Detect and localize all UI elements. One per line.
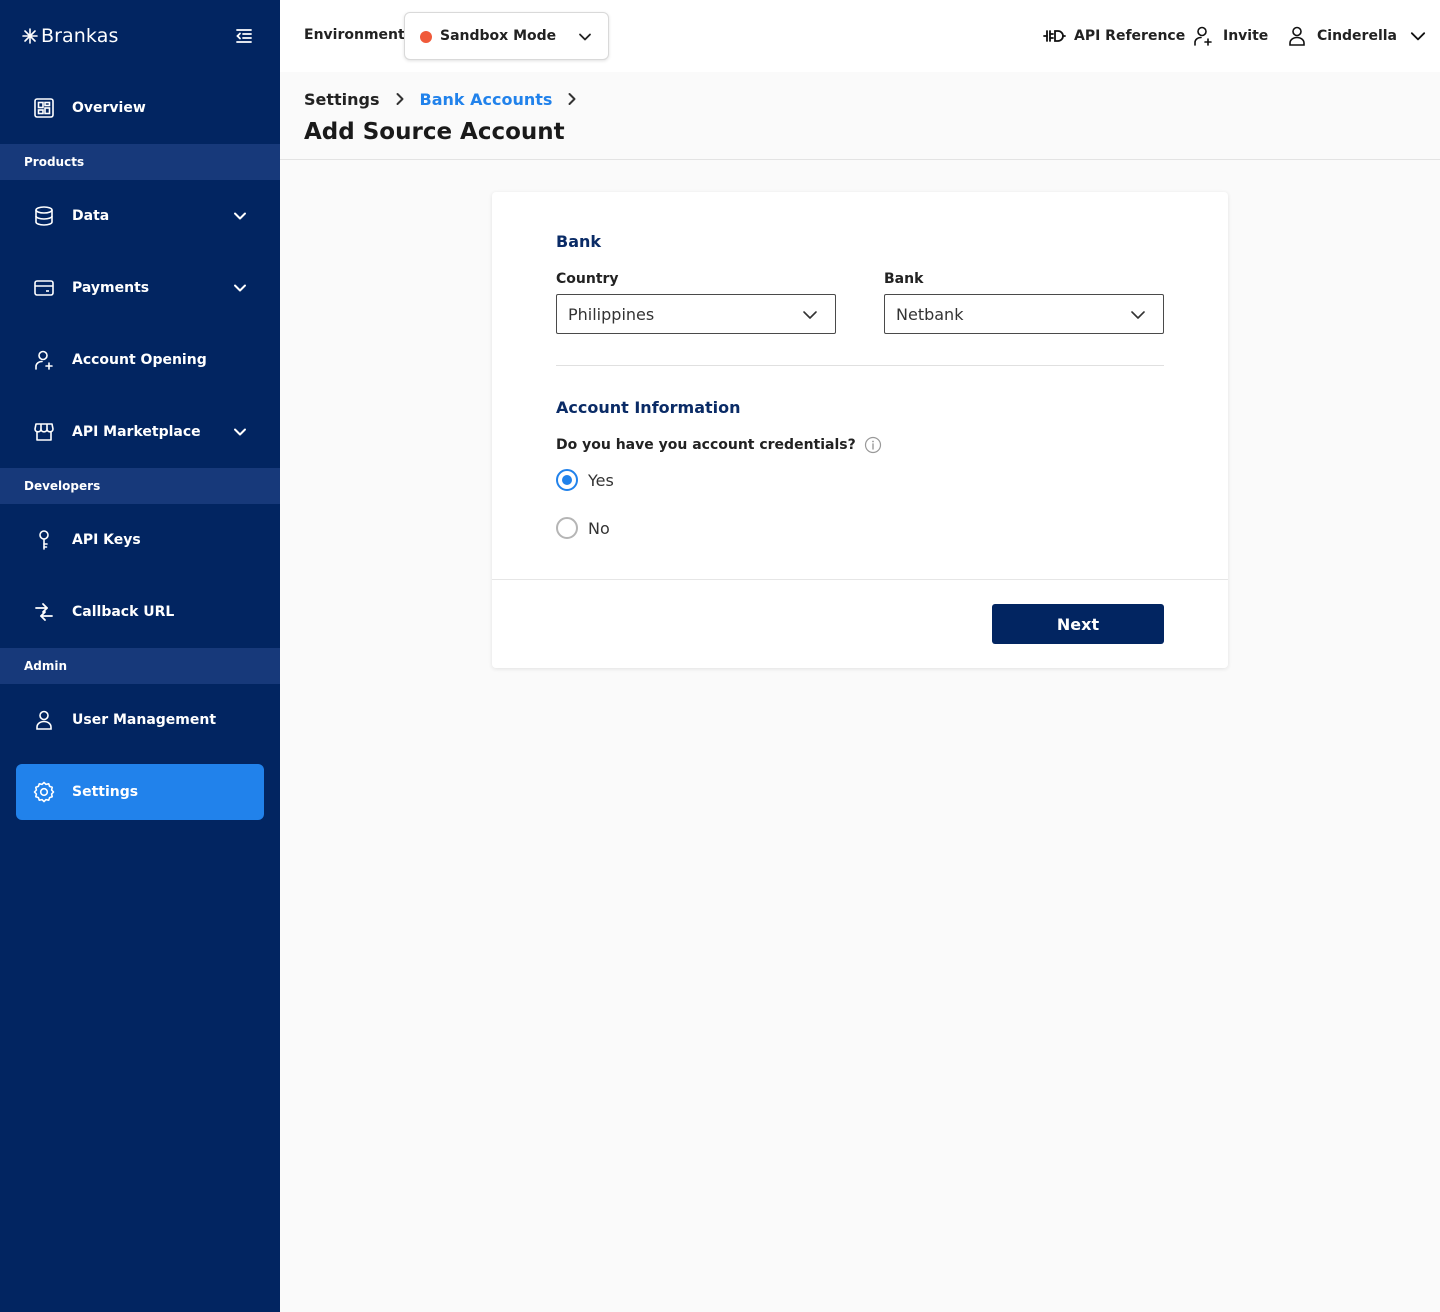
chevron-down-icon[interactable] bbox=[232, 280, 248, 296]
brankas-logo-icon bbox=[22, 28, 38, 44]
breadcrumb: Settings Bank Accounts bbox=[304, 88, 592, 110]
section-header-products: Products bbox=[0, 144, 280, 180]
next-button[interactable]: Next bbox=[992, 604, 1164, 644]
collapse-sidebar-icon[interactable] bbox=[234, 26, 254, 46]
dashboard-icon bbox=[34, 98, 54, 118]
add-source-account-card: Bank Country Philippines Bank Netbank Ac… bbox=[492, 192, 1228, 668]
invite-link[interactable]: Invite bbox=[1191, 24, 1268, 48]
sidebar-item-label: API Keys bbox=[72, 532, 141, 548]
sidebar-item-overview[interactable]: Overview bbox=[16, 80, 264, 136]
top-bar: Environment: Sandbox Mode API Reference bbox=[280, 0, 1440, 72]
chevron-down-icon bbox=[803, 311, 817, 319]
sidebar-item-label: API Marketplace bbox=[72, 424, 201, 440]
chevron-down-icon bbox=[1131, 311, 1145, 319]
api-plug-icon bbox=[1043, 30, 1066, 42]
arrows-swap-icon bbox=[35, 603, 53, 621]
section-divider bbox=[556, 365, 1164, 366]
user-menu[interactable]: Cinderella bbox=[1285, 24, 1427, 48]
sidebar: Brankas Overview Products Data Payments … bbox=[0, 0, 280, 1312]
card-footer-divider bbox=[492, 579, 1228, 580]
sidebar-item-callback-url[interactable]: Callback URL bbox=[16, 584, 264, 640]
sidebar-item-data[interactable]: Data bbox=[16, 188, 264, 244]
bank-value: Netbank bbox=[896, 305, 964, 324]
page-header: Settings Bank Accounts Add Source Accoun… bbox=[280, 72, 1440, 160]
bank-label: Bank bbox=[884, 271, 924, 287]
sidebar-item-label: Callback URL bbox=[72, 604, 175, 620]
radio-button-yes[interactable] bbox=[556, 469, 578, 491]
sidebar-item-label: User Management bbox=[72, 712, 217, 728]
user-add-icon bbox=[35, 350, 53, 370]
api-reference-link[interactable]: API Reference bbox=[1042, 24, 1185, 48]
chevron-right-icon bbox=[396, 93, 404, 105]
chevron-down-icon bbox=[579, 33, 591, 41]
chevron-down-icon[interactable] bbox=[232, 208, 248, 224]
credentials-question-text: Do you have you account credentials? bbox=[556, 437, 856, 453]
brand-name: Brankas bbox=[41, 25, 119, 47]
country-value: Philippines bbox=[568, 305, 655, 324]
api-reference-label: API Reference bbox=[1074, 28, 1186, 44]
radio-button-no[interactable] bbox=[556, 517, 578, 539]
gear-icon bbox=[33, 781, 55, 803]
chevron-down-icon bbox=[1410, 32, 1426, 41]
user-name: Cinderella bbox=[1317, 28, 1398, 44]
country-select[interactable]: Philippines bbox=[556, 294, 836, 334]
chevron-down-icon[interactable] bbox=[232, 424, 248, 440]
breadcrumb-settings[interactable]: Settings bbox=[304, 90, 380, 109]
credentials-question: Do you have you account credentials? bbox=[556, 436, 882, 454]
page-title: Add Source Account bbox=[304, 119, 565, 145]
radio-option-no[interactable]: No bbox=[556, 516, 610, 540]
environment-label: Environment: bbox=[304, 27, 411, 43]
breadcrumb-bank-accounts[interactable]: Bank Accounts bbox=[420, 90, 553, 109]
sidebar-item-payments[interactable]: Payments bbox=[16, 260, 264, 316]
user-icon bbox=[36, 710, 52, 730]
sidebar-item-api-keys[interactable]: API Keys bbox=[16, 512, 264, 568]
radio-label-no: No bbox=[588, 518, 610, 538]
user-icon bbox=[1289, 26, 1305, 46]
account-information-title: Account Information bbox=[556, 398, 741, 417]
section-header-developers: Developers bbox=[0, 468, 280, 504]
sidebar-item-label: Payments bbox=[72, 280, 150, 296]
country-label: Country bbox=[556, 271, 619, 287]
bank-select[interactable]: Netbank bbox=[884, 294, 1164, 334]
sidebar-item-user-management[interactable]: User Management bbox=[16, 692, 264, 748]
environment-status-dot bbox=[420, 31, 432, 43]
store-icon bbox=[34, 423, 54, 441]
user-add-icon bbox=[1194, 26, 1212, 46]
sidebar-item-settings[interactable]: Settings bbox=[16, 764, 264, 820]
sidebar-item-label: Overview bbox=[72, 100, 146, 116]
database-icon bbox=[35, 206, 53, 226]
invite-label: Invite bbox=[1223, 28, 1269, 44]
sidebar-item-account-opening[interactable]: Account Opening bbox=[16, 332, 264, 388]
radio-label-yes: Yes bbox=[588, 470, 614, 490]
sidebar-item-label: Settings bbox=[72, 784, 139, 800]
radio-option-yes[interactable]: Yes bbox=[556, 468, 614, 492]
environment-value: Sandbox Mode bbox=[440, 28, 557, 44]
bank-section-title: Bank bbox=[556, 232, 602, 251]
sidebar-item-api-marketplace[interactable]: API Marketplace bbox=[16, 404, 264, 460]
environment-select[interactable]: Sandbox Mode bbox=[404, 12, 609, 60]
sidebar-item-label: Data bbox=[72, 208, 110, 224]
credit-card-icon bbox=[34, 280, 54, 296]
key-icon bbox=[39, 530, 49, 550]
section-header-admin: Admin bbox=[0, 648, 280, 684]
info-icon[interactable] bbox=[864, 436, 882, 454]
chevron-right-icon bbox=[568, 93, 576, 105]
brand-logo[interactable]: Brankas bbox=[22, 24, 118, 48]
sidebar-item-label: Account Opening bbox=[72, 352, 207, 368]
